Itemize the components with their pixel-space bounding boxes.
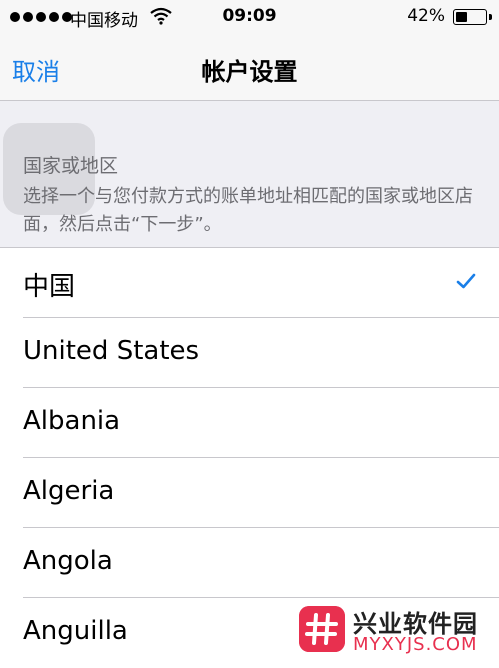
country-row-united-states[interactable]: United States xyxy=(0,318,499,388)
battery-tip xyxy=(489,14,492,20)
country-label: Algeria xyxy=(23,476,115,506)
country-row-algeria[interactable]: Algeria xyxy=(0,458,499,528)
watermark-logo-icon xyxy=(299,606,345,652)
country-row-angola[interactable]: Angola xyxy=(0,528,499,598)
checkmark-icon xyxy=(456,273,476,289)
battery-fill xyxy=(456,12,467,22)
battery-percent: 42% xyxy=(407,6,445,26)
section-title: 国家或地区 xyxy=(23,155,119,177)
country-label: Anguilla xyxy=(23,616,128,646)
country-label: Angola xyxy=(23,546,113,576)
country-section-header: 国家或地区 选择一个与您付款方式的账单地址相匹配的国家或地区店面，然后点击“下一… xyxy=(0,101,499,248)
watermark-url: MYXYJS.COM xyxy=(353,634,478,655)
battery-icon xyxy=(453,9,487,25)
page-title: 帐户设置 xyxy=(201,58,298,86)
country-label: 中国 xyxy=(23,272,76,302)
section-description: 选择一个与您付款方式的账单地址相匹配的国家或地区店面，然后点击“下一步”。 xyxy=(23,186,473,235)
country-label: United States xyxy=(23,336,200,366)
site-watermark: 兴业软件园 MYXYJS.COM xyxy=(283,600,499,662)
navigation-bar: 取消 帐户设置 xyxy=(0,34,499,101)
country-row-china[interactable]: 中国 xyxy=(0,248,499,318)
country-label: Albania xyxy=(23,406,121,436)
status-bar: 中国移动 09:09 42% xyxy=(0,0,499,34)
country-row-albania[interactable]: Albania xyxy=(0,388,499,458)
